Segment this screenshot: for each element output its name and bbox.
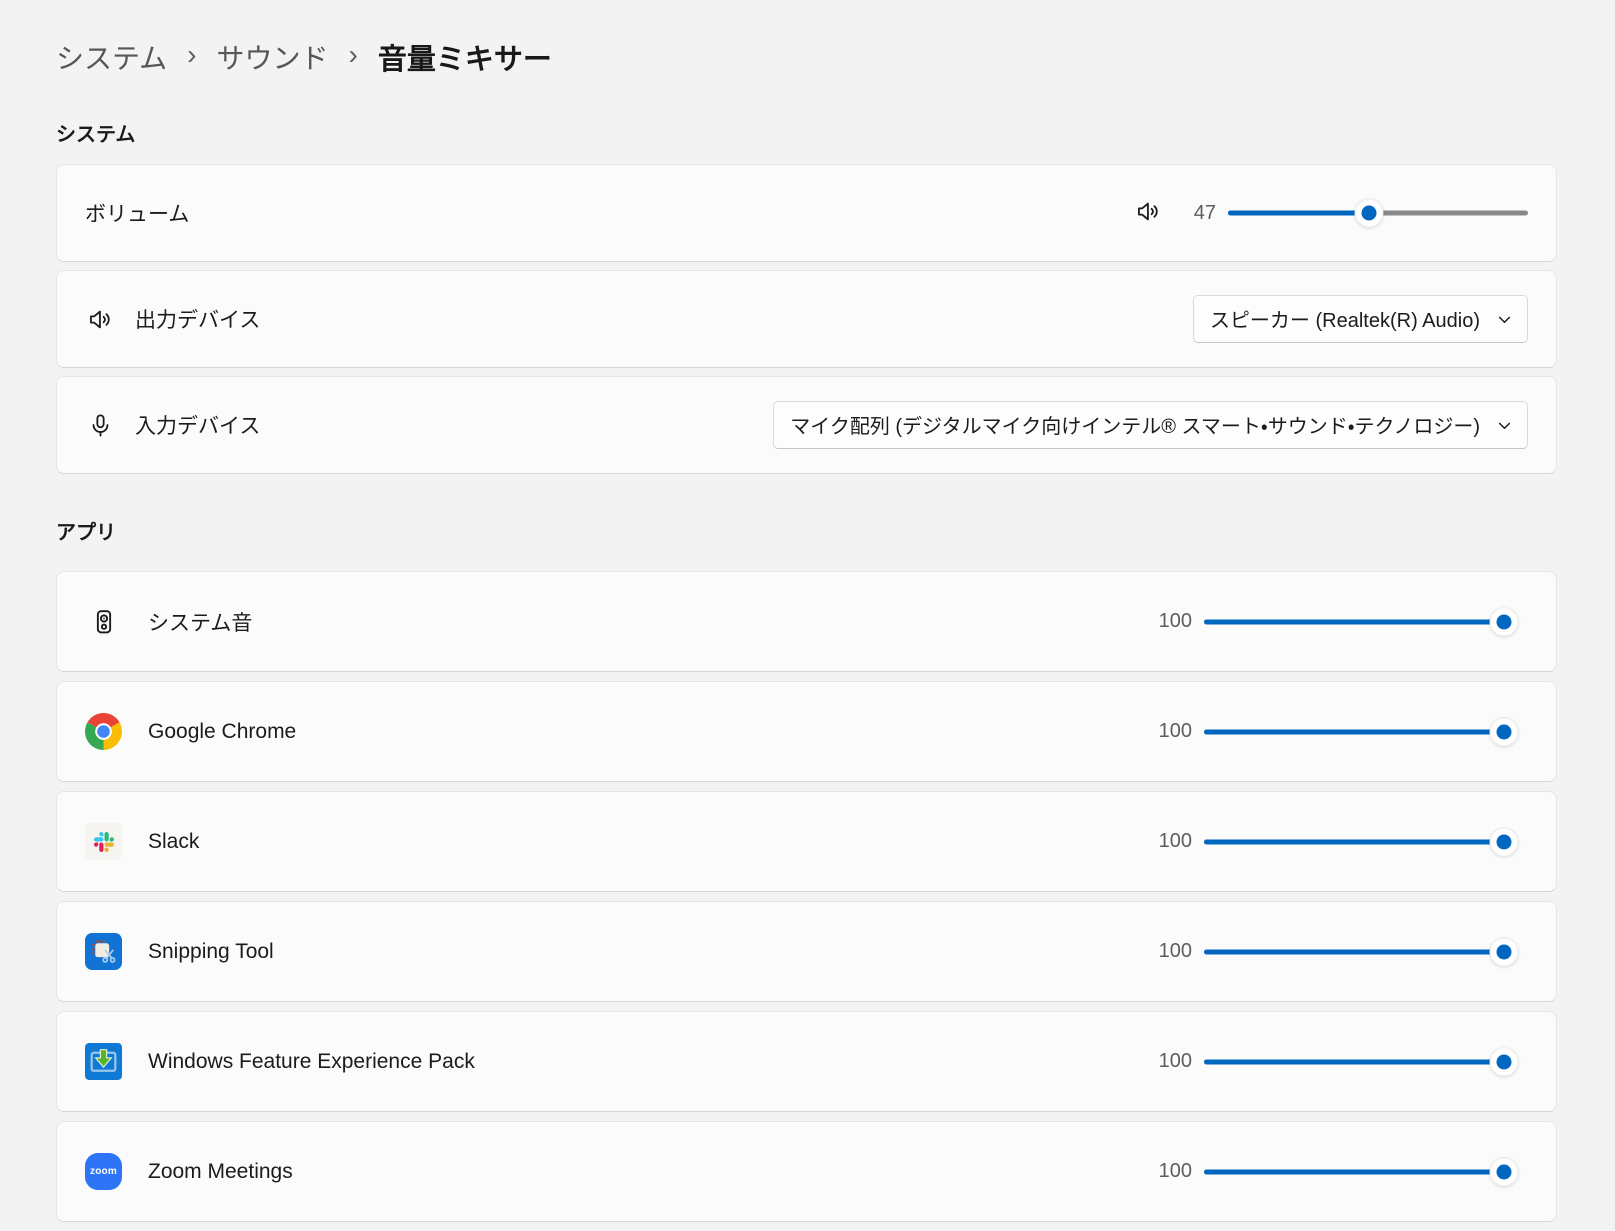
- app-volume-row: Google Chrome 100: [56, 681, 1557, 782]
- snipping-tool-icon: [85, 933, 122, 970]
- app-volume-slider[interactable]: [1204, 827, 1504, 857]
- slider-track[interactable]: [1204, 729, 1504, 734]
- speaker-icon: [85, 306, 115, 333]
- app-volume-value: 100: [1146, 830, 1192, 853]
- system-volume-slider[interactable]: [1228, 198, 1528, 228]
- output-device-dropdown[interactable]: スピーカー (Realtek(R) Audio): [1193, 295, 1528, 343]
- app-name: システム音: [148, 607, 1138, 637]
- app-volume-slider[interactable]: [1204, 717, 1504, 747]
- slider-fill: [1228, 211, 1369, 216]
- input-device-dropdown[interactable]: マイク配列 (デジタルマイク向けインテル® スマート・サウンド・テクノロジー): [773, 401, 1528, 449]
- slider-thumb[interactable]: [1490, 1047, 1519, 1076]
- slider-thumb[interactable]: [1490, 607, 1519, 636]
- app-volume-slider[interactable]: [1204, 937, 1504, 967]
- app-volume-list: システム音 100 Google Chrome 100: [56, 571, 1557, 1222]
- zoom-meetings-icon: zoom: [85, 1153, 122, 1190]
- app-volume-value: 100: [1146, 610, 1192, 633]
- system-sounds-icon: [85, 603, 122, 640]
- input-device-label: 入力デバイス: [135, 410, 773, 440]
- input-device-card: 入力デバイス マイク配列 (デジタルマイク向けインテル® スマート・サウンド・テ…: [56, 376, 1557, 474]
- app-volume-row: システム音 100: [56, 571, 1557, 672]
- slider-fill: [1204, 729, 1504, 734]
- app-volume-row: zoom Zoom Meetings 100: [56, 1121, 1557, 1222]
- app-name: Windows Feature Experience Pack: [148, 1050, 1138, 1074]
- system-section-heading: システム: [56, 118, 1557, 147]
- slider-fill: [1204, 619, 1504, 624]
- app-volume-slider[interactable]: [1204, 1047, 1504, 1077]
- breadcrumb-item-system[interactable]: システム: [56, 37, 167, 77]
- slider-fill: [1204, 949, 1504, 954]
- speaker-icon: [1135, 198, 1162, 228]
- app-name: Google Chrome: [148, 720, 1138, 744]
- output-device-selected: スピーカー (Realtek(R) Audio): [1210, 304, 1480, 333]
- system-volume-control: 47: [1135, 198, 1528, 228]
- slider-fill: [1204, 1169, 1504, 1174]
- page-title: 音量ミキサー: [378, 36, 552, 78]
- chevron-right-icon: ›: [187, 41, 196, 73]
- app-volume-row: Slack 100: [56, 791, 1557, 892]
- output-device-card: 出力デバイス スピーカー (Realtek(R) Audio): [56, 270, 1557, 368]
- chevron-down-icon: [1496, 309, 1513, 328]
- input-device-selected: マイク配列 (デジタルマイク向けインテル® スマート・サウンド・テクノロジー): [790, 410, 1480, 439]
- slider-track[interactable]: [1204, 839, 1504, 844]
- slider-track[interactable]: [1204, 1169, 1504, 1174]
- volume-label: ボリューム: [85, 198, 1135, 228]
- app-name: Zoom Meetings: [148, 1160, 1138, 1184]
- slider-track[interactable]: [1204, 619, 1504, 624]
- microphone-icon: [85, 412, 115, 439]
- slider-track[interactable]: [1204, 1059, 1504, 1064]
- slider-thumb[interactable]: [1355, 199, 1384, 228]
- slider-thumb[interactable]: [1490, 937, 1519, 966]
- app-volume-slider[interactable]: [1204, 1157, 1504, 1187]
- system-mute-button[interactable]: [1135, 198, 1162, 228]
- settings-page: システム › サウンド › 音量ミキサー システム ボリューム 47 出力デバイ…: [0, 0, 1615, 1231]
- slider-thumb[interactable]: [1490, 1157, 1519, 1186]
- slider-track[interactable]: [1204, 949, 1504, 954]
- slider-fill: [1204, 839, 1504, 844]
- slider-fill: [1204, 1059, 1504, 1064]
- app-volume-value: 100: [1146, 1160, 1192, 1183]
- google-chrome-icon: [85, 713, 122, 750]
- system-volume-value: 47: [1170, 202, 1216, 225]
- apps-section-heading: アプリ: [56, 516, 1557, 545]
- app-volume-value: 100: [1146, 940, 1192, 963]
- breadcrumb-item-sound[interactable]: サウンド: [217, 37, 329, 77]
- system-volume-card: ボリューム 47: [56, 164, 1557, 262]
- app-volume-row: Windows Feature Experience Pack 100: [56, 1011, 1557, 1112]
- app-volume-row: Snipping Tool 100: [56, 901, 1557, 1002]
- app-volume-value: 100: [1146, 1050, 1192, 1073]
- app-name: Snipping Tool: [148, 940, 1138, 964]
- slack-icon: [85, 823, 122, 860]
- output-device-label: 出力デバイス: [135, 304, 1193, 334]
- breadcrumb: システム › サウンド › 音量ミキサー: [56, 36, 1557, 78]
- slider-thumb[interactable]: [1490, 717, 1519, 746]
- app-volume-value: 100: [1146, 720, 1192, 743]
- app-volume-slider[interactable]: [1204, 607, 1504, 637]
- slider-thumb[interactable]: [1490, 827, 1519, 856]
- app-name: Slack: [148, 830, 1138, 854]
- windows-feature-experience-pack-icon: [85, 1043, 122, 1080]
- chevron-right-icon: ›: [349, 41, 358, 73]
- chevron-down-icon: [1496, 415, 1513, 434]
